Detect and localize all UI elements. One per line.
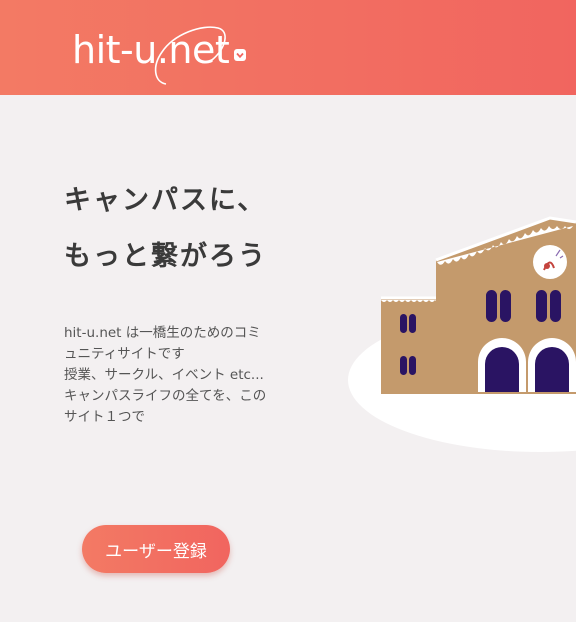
hero-description-line-1: hit-u.net は一橋生のためのコミ: [64, 325, 261, 341]
hero-description-line-5: サイト１つで: [64, 409, 145, 425]
landing-page: hit-u.net キャンパスに、 もっと繋がろう hit-u.net は一橋生…: [0, 0, 576, 622]
hero-heading-line-1: キャンパスに、: [64, 185, 267, 216]
hero-description-line-3: 授業、サークル、イベント etc...: [64, 367, 264, 383]
left-wing-wall: [381, 298, 441, 394]
site-logo[interactable]: hit-u.net: [70, 22, 260, 88]
campus-building-illustration: [348, 216, 576, 452]
register-button[interactable]: ユーザー登録: [82, 525, 230, 573]
site-header: hit-u.net: [0, 0, 576, 95]
hero-description-line-4: キャンパスライフの全てを、この: [64, 388, 267, 404]
logo-text: hit-u.net: [72, 28, 230, 72]
hero-heading-line-2: もっと繋がろう: [64, 241, 267, 272]
hero-description-line-2: ュニティサイトです: [64, 346, 185, 362]
map-pin-icon: [234, 49, 246, 61]
